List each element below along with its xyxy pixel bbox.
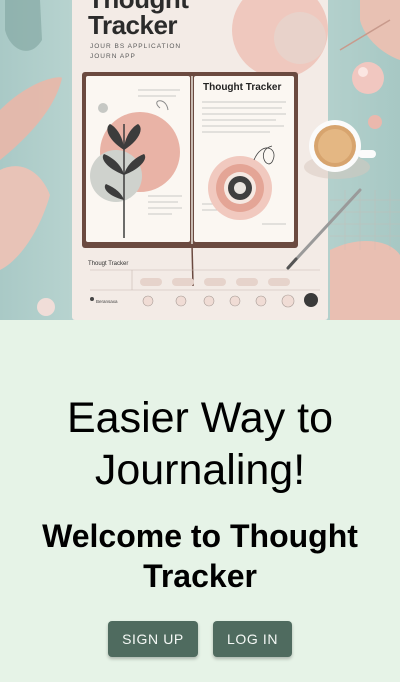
hero-illustration: Thought Tracker JOUR BS APPLICATION JOUR…	[0, 0, 400, 320]
welcome-text: Welcome to Thought Tracker	[42, 518, 358, 594]
sign-up-button[interactable]: SIGN UP	[108, 621, 198, 657]
poster-subtitle-line: JOURN APP	[90, 53, 136, 60]
poster-subtitle: JOUR BS APPLICATION JOURN APP	[90, 42, 250, 62]
poster-subtitle-line: JOUR BS APPLICATION	[90, 43, 182, 50]
page-headline: Easier Way to Journaling!	[66, 394, 334, 494]
notebook-title: Thought Tracker	[203, 82, 282, 93]
strip-title: Thougt Tracker	[88, 261, 129, 267]
log-in-button[interactable]: LOG IN	[213, 621, 292, 657]
strip-footer: Beransaxa	[96, 299, 118, 304]
poster-title: Thought Tracker	[88, 0, 189, 40]
